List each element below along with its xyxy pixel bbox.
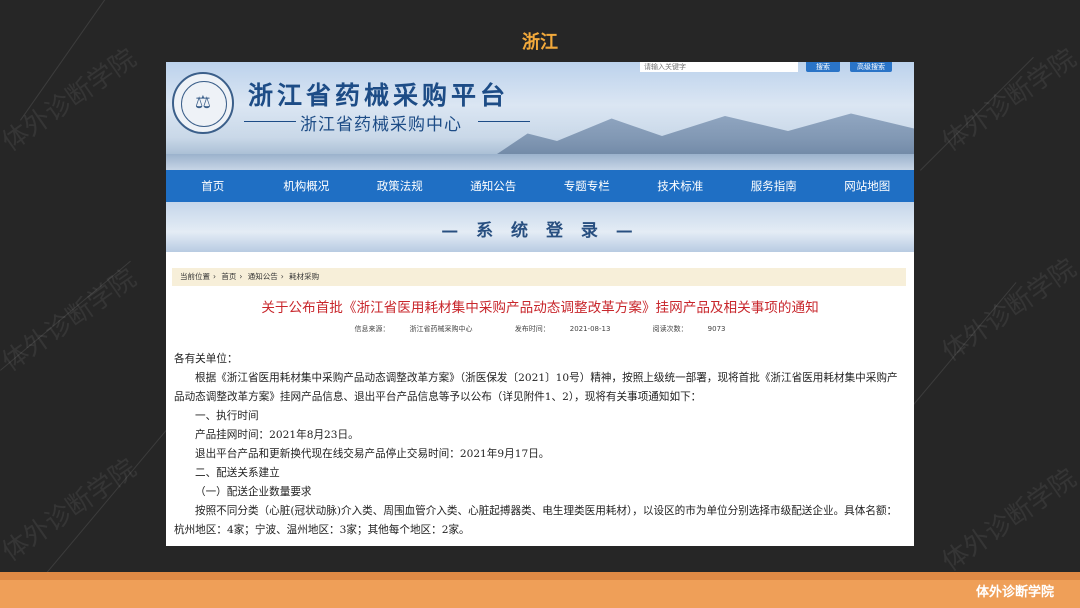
breadcrumb-chevron-icon: › (239, 272, 243, 281)
watermark: 体外诊断学院 (936, 253, 1080, 368)
subtitle-rule-left (244, 121, 296, 122)
slide-title: 浙江 (522, 32, 558, 53)
advanced-search-button[interactable]: 高级搜索 (850, 62, 892, 72)
watermark: 体外诊断学院 (0, 263, 142, 378)
footer-strip (0, 572, 1080, 580)
paragraph: 产品挂网时间：2021年8月23日。 (195, 429, 359, 441)
article-meta: 信息来源： 浙江省药械采购中心 发布时间： 2021-08-13 阅读次数： 9073 (166, 324, 914, 334)
search-button[interactable]: 搜索 (806, 62, 840, 72)
date-label: 发布时间： (514, 325, 550, 333)
watermark: 体外诊断学院 (0, 43, 142, 158)
watermark: 体外诊断学院 (936, 463, 1080, 578)
site-banner: ⚖ 浙江省药械采购平台 浙江省药械采购中心 搜索 高级搜索 (166, 62, 914, 170)
website-screenshot: ⚖ 浙江省药械采购平台 浙江省药械采购中心 搜索 高级搜索 首页 机构概况 政策… (166, 62, 914, 546)
views-label: 阅读次数： (652, 325, 688, 333)
system-login-label: — 系 统 登 录 — (441, 221, 639, 241)
search-input[interactable] (640, 62, 798, 72)
nav-item-policies[interactable]: 政策法规 (353, 170, 447, 202)
banner-mountain-image (494, 113, 914, 156)
source-value: 浙江省药械采购中心 (409, 325, 473, 333)
nav-item-standards[interactable]: 技术标准 (634, 170, 728, 202)
article-title: 关于公布首批《浙江省医用耗材集中采购产品动态调整改革方案》挂网产品及相关事项的通… (261, 300, 819, 316)
breadcrumb-item-home[interactable]: 首页 (221, 272, 236, 281)
source-label: 信息来源： (354, 325, 390, 333)
subtitle-rule-right (478, 121, 530, 122)
breadcrumb-chevron-icon: › (213, 272, 216, 281)
nav-item-notices[interactable]: 通知公告 (447, 170, 541, 202)
nav-item-sitemap[interactable]: 网站地图 (821, 170, 915, 202)
breadcrumb-chevron-icon: › (280, 272, 284, 281)
site-subtitle: 浙江省药械采购中心 (300, 115, 462, 135)
nav-item-home[interactable]: 首页 (166, 170, 260, 202)
section-heading: 一、执行时间 (195, 410, 259, 422)
watermark: 体外诊断学院 (936, 43, 1080, 158)
salutation: 各有关单位： (174, 353, 238, 365)
paragraph: 按照不同分类（心脏(冠状动脉)介入类、周围血管介入类、心脏起搏器类、电生理类医用… (174, 505, 898, 536)
nav-item-topics[interactable]: 专题专栏 (540, 170, 634, 202)
footer-band: 体外诊断学院 (0, 572, 1080, 608)
breadcrumb-label: 当前位置 (180, 272, 210, 281)
footer-brand: 体外诊断学院 (975, 585, 1054, 600)
subsection-heading: （一）配送企业数量要求 (195, 486, 312, 498)
emblem-logo-icon: ⚖ (172, 72, 234, 134)
paragraph: 退出平台产品和更新换代现在线交易产品停止交易时间：2021年9月17日。 (195, 448, 550, 460)
nav-item-about[interactable]: 机构概况 (260, 170, 354, 202)
paragraph: 根据《浙江省医用耗材集中采购产品动态调整改革方案》（浙医保发〔2021〕10号）… (174, 372, 898, 403)
breadcrumb: 当前位置 › 首页 › 通知公告 › 耗材采购 (172, 268, 906, 286)
section-heading: 二、配送关系建立 (195, 467, 280, 479)
banner-lake-image (166, 154, 914, 170)
breadcrumb-item-consumables[interactable]: 耗材采购 (289, 272, 319, 281)
site-title: 浙江省药械采购平台 (248, 81, 510, 110)
nav-item-service-guide[interactable]: 服务指南 (727, 170, 821, 202)
article-body: 各有关单位： 根据《浙江省医用耗材集中采购产品动态调整改革方案》（浙医保发〔20… (174, 350, 906, 540)
system-login-banner[interactable]: — 系 统 登 录 — (166, 202, 914, 252)
main-nav: 首页 机构概况 政策法规 通知公告 专题专栏 技术标准 服务指南 网站地图 (166, 170, 914, 202)
watermark: 体外诊断学院 (0, 453, 142, 568)
breadcrumb-item-notices[interactable]: 通知公告 (248, 272, 278, 281)
views-value: 9073 (707, 325, 726, 333)
date-value: 2021-08-13 (569, 325, 611, 333)
